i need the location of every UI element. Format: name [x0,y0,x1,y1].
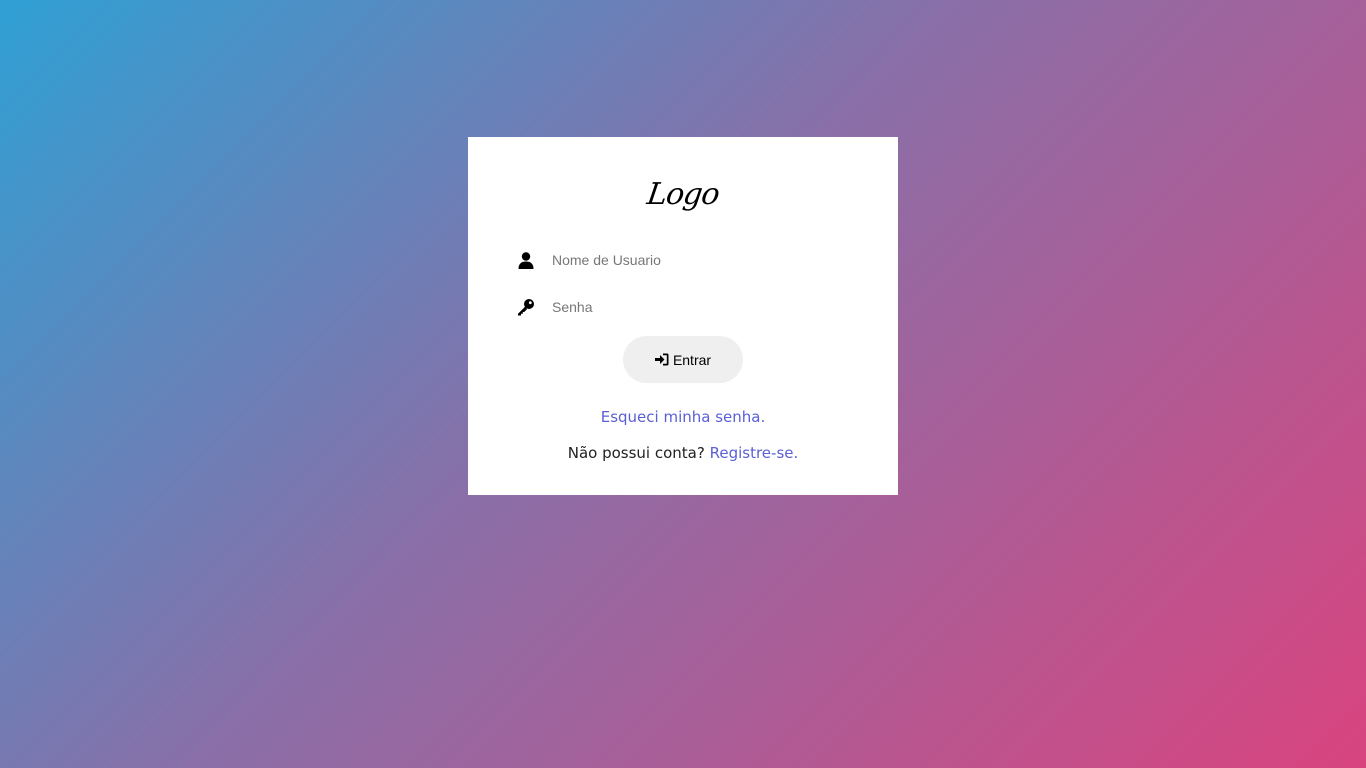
username-field [516,246,846,274]
register-prompt: Não possui conta? [567,444,705,462]
login-card: Logo Entrar Esqueci minha s [468,137,898,495]
register-link[interactable]: Registre-se. [710,444,799,462]
login-button-label: Entrar [672,351,712,368]
key-icon [516,297,536,317]
register-row: Não possui conta? Registre-se. [468,444,898,462]
logo: Logo [644,177,722,212]
sign-in-icon [654,353,669,366]
user-icon [516,250,536,270]
password-field [516,293,846,321]
username-input[interactable] [552,252,832,268]
login-button[interactable]: Entrar [623,336,743,383]
forgot-password-link[interactable]: Esqueci minha senha. [468,408,898,426]
password-input[interactable] [552,299,832,315]
